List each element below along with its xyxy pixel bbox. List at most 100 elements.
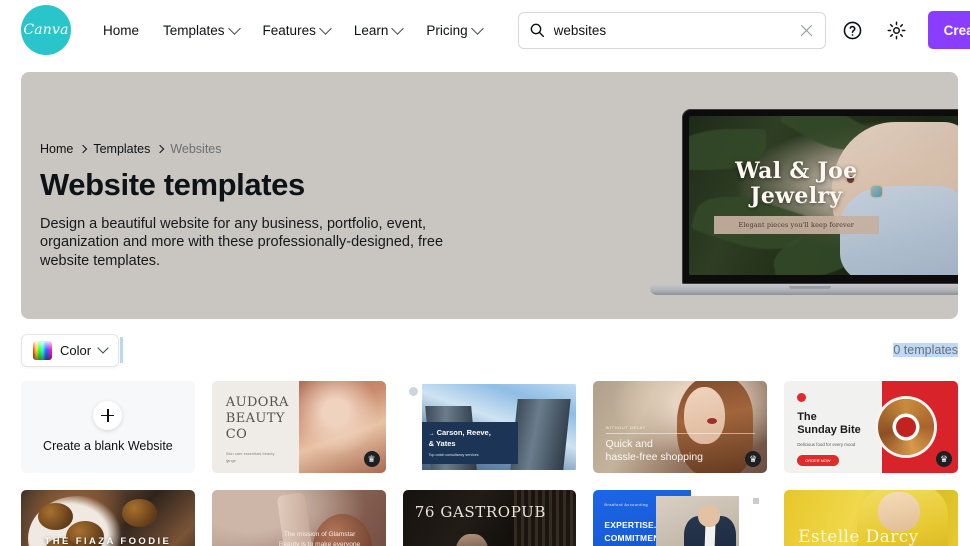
chevron-down-icon (470, 21, 484, 35)
breadcrumb: Home Templates Websites (40, 142, 470, 156)
chevron-down-icon (391, 21, 405, 35)
card-brand: Bradford Accounting (604, 502, 649, 507)
results-count: 0 templates (893, 343, 958, 357)
text-cursor (120, 337, 124, 363)
pastry-shape (121, 499, 157, 527)
card-title-line1: The (797, 411, 817, 423)
color-filter-label: Color (60, 342, 92, 358)
screen-title-line1: Wal & Joe (735, 157, 858, 184)
card-title-line1: AUDORA (225, 395, 289, 410)
card-photo: → Carson, Reeve, & Yates Top-notch consul… (421, 384, 577, 470)
template-card-76-gastropub[interactable]: 76 GASTROPUB (402, 490, 577, 546)
lips-shape (706, 417, 717, 424)
chevron-down-icon (227, 21, 241, 35)
color-filter-dropdown[interactable]: Color (21, 333, 120, 367)
template-card-audora-beauty-co[interactable]: AUDORA BEAUTY CO Skin care essentials be… (211, 381, 386, 473)
template-card-quick-hassle-free-shopping[interactable]: WITHOUT DELAY Quick and hassle-free shop… (593, 381, 768, 473)
nav-item-templates[interactable]: Templates (151, 15, 251, 46)
card-title-line2: hassle-free shopping (605, 451, 704, 464)
clear-search-icon[interactable] (798, 22, 815, 39)
nav-item-label: Pricing (426, 22, 468, 38)
card-subtitle: Delicious food for every mood (797, 442, 856, 448)
laptop-base (650, 284, 958, 295)
breadcrumb-item-templates[interactable]: Templates (93, 142, 150, 156)
card-title-line2: & Yates (428, 438, 456, 448)
head-shape (697, 504, 721, 527)
filter-bar: Color 0 templates (21, 333, 958, 367)
nav-item-label: Templates (163, 22, 225, 38)
card-sidebar (406, 384, 422, 470)
card-logo-dot (797, 393, 807, 402)
card-subtitle: Top-notch consultancy services (428, 453, 479, 458)
nav-item-label: Features (262, 22, 316, 38)
laptop-screen-button: Elegant pieces you'll keep forever (713, 216, 879, 235)
page-title: Website templates (40, 167, 305, 202)
canva-logo-text: Canva (23, 22, 69, 38)
card-text-area: The Sunday Bite Delicious food for every… (784, 381, 881, 473)
top-header: Canva Home Templates Features Learn Pric… (0, 0, 970, 60)
search-box[interactable] (517, 11, 826, 49)
nav-item-home[interactable]: Home (91, 15, 151, 46)
search-container (517, 11, 826, 49)
card-subtitle: Skin care essentials beauty range (225, 450, 275, 463)
card-title-line2: Sunday Bite (797, 424, 861, 437)
template-card-estelle-darcy[interactable]: Estelle Darcy (784, 490, 958, 546)
template-card-the-sunday-bite[interactable]: The Sunday Bite Delicious food for every… (784, 381, 958, 473)
laptop-screen-title: Wal & Joe Jewelry (711, 159, 882, 208)
settings-button[interactable] (880, 13, 914, 47)
nav-item-label: Learn (353, 22, 389, 38)
card-title-line1: Quick and (605, 438, 653, 451)
laptop-notch (789, 286, 831, 289)
face-shape (683, 386, 726, 444)
chevron-down-icon (318, 21, 332, 35)
nav-item-label: Home (103, 22, 140, 38)
person-shape (454, 534, 490, 546)
laptop-screen: Wal & Joe Jewelry Elegant pieces you'll … (689, 116, 958, 275)
main-navigation: Home Templates Features Learn Pricing (91, 15, 494, 46)
template-card-expertise-commitment-value[interactable]: Bradford Accounting EXPERTISE. COMMITMEN… (593, 490, 768, 546)
template-card-the-fiaza-foodie[interactable]: THE FIAZA FOODIE Food Blogger · Restaura… (21, 490, 195, 546)
card-footer-mark: ↓ (225, 458, 230, 465)
card-title: THE FIAZA FOODIE (44, 536, 172, 546)
template-card-create-blank[interactable]: Create a blank Website (21, 381, 195, 473)
gear-icon (887, 21, 906, 39)
help-button[interactable] (836, 13, 870, 47)
building-shape (510, 399, 571, 470)
canva-logo[interactable]: Canva (21, 5, 71, 55)
card-message: The mission of Glamstar Beauty is to mak… (278, 531, 361, 546)
laptop-lid: Wal & Joe Jewelry Elegant pieces you'll … (682, 109, 958, 284)
pro-crown-icon: ♛ (745, 451, 762, 467)
page-description: Design a beautiful website for any busin… (40, 215, 444, 269)
card-title: Estelle Darcy (798, 526, 919, 546)
plus-icon (93, 401, 123, 430)
card-title-line1: Carson, Reeve, (436, 427, 491, 437)
card-logo-dot (408, 387, 418, 396)
hero-copy: Home Templates Websites Website template… (40, 142, 470, 270)
blank-card-label: Create a blank Website (43, 439, 173, 453)
card-text-band: → Carson, Reeve, & Yates Top-notch consul… (421, 421, 518, 465)
template-card-carson-reeve-yates[interactable]: → Carson, Reeve, & Yates Top-notch consul… (402, 381, 577, 473)
card-title: → Carson, Reeve, & Yates (429, 428, 513, 449)
nav-item-pricing[interactable]: Pricing (414, 15, 493, 46)
nav-item-learn[interactable]: Learn (342, 15, 415, 46)
card-cta-button: ORDER NOW (797, 455, 839, 467)
card-title: 76 GASTROPUB (414, 502, 546, 521)
pro-crown-icon: ♛ (363, 451, 380, 467)
chevron-down-icon (97, 342, 109, 354)
arrow-right-icon: → (428, 430, 435, 437)
template-card-glamstar-beauty[interactable]: The mission of Glamstar Beauty is to mak… (211, 490, 386, 546)
nav-item-features[interactable]: Features (251, 15, 342, 46)
food-plate-photo (877, 399, 934, 455)
question-circle-icon (843, 21, 862, 39)
search-input[interactable] (553, 22, 798, 38)
shirt-shape (704, 524, 716, 546)
card-text-area: AUDORA BEAUTY CO Skin care essentials be… (212, 381, 299, 473)
color-swatch-icon (33, 340, 52, 360)
breadcrumb-item-home[interactable]: Home (40, 142, 73, 156)
hero-banner: Home Templates Websites Website template… (21, 72, 958, 319)
chevron-right-icon (156, 144, 165, 154)
card-title-line2: BEAUTY CO (225, 410, 285, 442)
create-a-design-button[interactable]: Create a design (927, 11, 970, 49)
breadcrumb-item-websites: Websites (170, 142, 222, 156)
sauce-bowl-shape (895, 417, 916, 437)
